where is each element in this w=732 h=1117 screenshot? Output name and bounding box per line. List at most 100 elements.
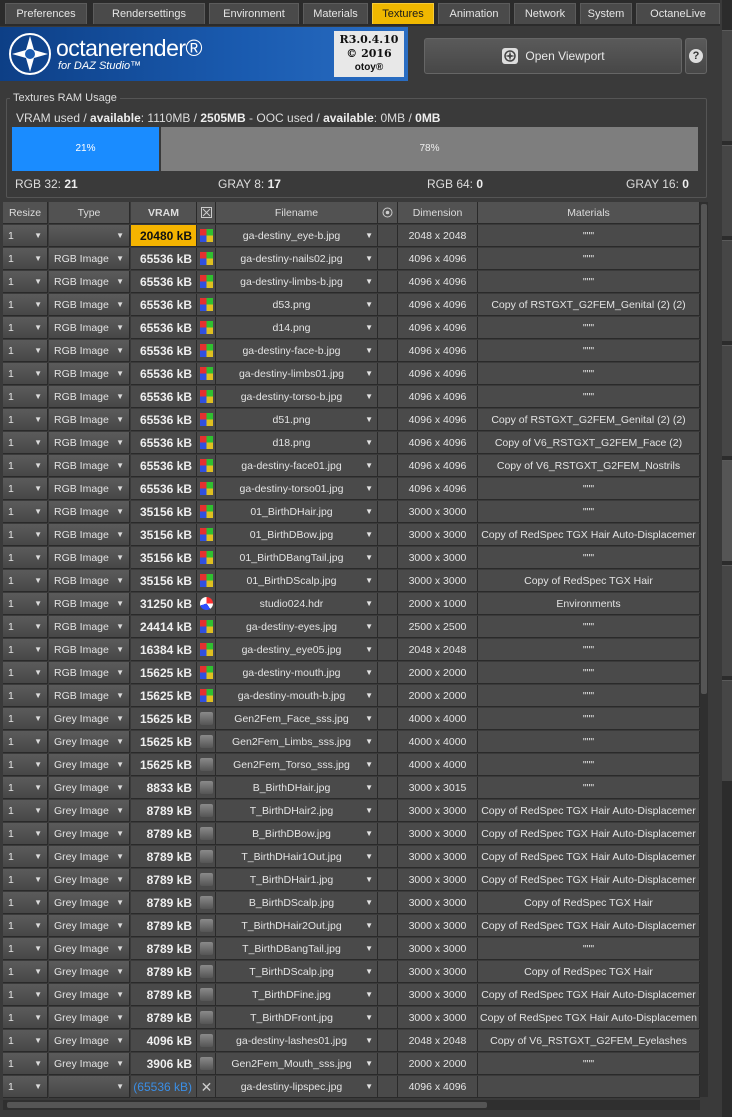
resize-dropdown[interactable]: 1 ▼ <box>3 685 48 707</box>
table-row[interactable]: 1 ▼ ▼ 20480 kB ga-destiny_eye-b.jpg ▼ 2048 x 2… <box>3 225 700 248</box>
pin-cell[interactable] <box>378 961 398 983</box>
filename-dropdown[interactable]: ga-destiny-lashes01.jpg ▼ <box>216 1030 378 1052</box>
table-row[interactable]: 1 ▼ RGB Image ▼ 65536 kB ga-destiny-face-b.jp… <box>3 340 700 363</box>
table-row[interactable]: 1 ▼ Grey Image ▼ 8789 kB B_BirthDBow.jpg ▼ 3000… <box>3 823 700 846</box>
table-row[interactable]: 1 ▼ RGB Image ▼ 24414 kB ga-destiny-eyes.jpg ▼… <box>3 616 700 639</box>
type-dropdown[interactable]: Grey Image ▼ <box>49 961 130 983</box>
side-panel-tab[interactable] <box>722 565 732 676</box>
resize-dropdown[interactable]: 1 ▼ <box>3 432 48 454</box>
resize-dropdown[interactable]: 1 ▼ <box>3 869 48 891</box>
table-row[interactable]: 1 ▼ Grey Image ▼ 8789 kB T_BirthDFront.jpg ▼ 30… <box>3 1007 700 1030</box>
resize-dropdown[interactable]: 1 ▼ <box>3 938 48 960</box>
type-dropdown[interactable]: RGB Image ▼ <box>49 478 130 500</box>
tab-system[interactable]: System <box>580 3 632 24</box>
resize-dropdown[interactable]: 1 ▼ <box>3 731 48 753</box>
pin-cell[interactable] <box>378 823 398 845</box>
filename-dropdown[interactable]: ga-destiny-mouth-b.jpg ▼ <box>216 685 378 707</box>
pin-cell[interactable] <box>378 386 398 408</box>
tab-animation[interactable]: Animation <box>438 3 510 24</box>
type-dropdown[interactable]: ▼ <box>49 1076 130 1098</box>
open-viewport-button[interactable]: Open Viewport <box>424 38 682 74</box>
table-row[interactable]: 1 ▼ RGB Image ▼ 35156 kB 01_BirthDBangTail.jp… <box>3 547 700 570</box>
type-dropdown[interactable]: Grey Image ▼ <box>49 915 130 937</box>
resize-dropdown[interactable]: 1 ▼ <box>3 547 48 569</box>
filename-dropdown[interactable]: Gen2Fem_Torso_sss.jpg ▼ <box>216 754 378 776</box>
filename-dropdown[interactable]: B_BirthDBow.jpg ▼ <box>216 823 378 845</box>
pin-cell[interactable] <box>378 800 398 822</box>
pin-cell[interactable] <box>378 708 398 730</box>
pin-cell[interactable] <box>378 639 398 661</box>
pin-cell[interactable] <box>378 869 398 891</box>
table-row[interactable]: 1 ▼ Grey Image ▼ 8789 kB T_BirthDBangTail.jpg… <box>3 938 700 961</box>
table-row[interactable]: 1 ▼ RGB Image ▼ 35156 kB 01_BirthDScalp.jpg ▼ 3… <box>3 570 700 593</box>
type-dropdown[interactable]: RGB Image ▼ <box>49 455 130 477</box>
resize-dropdown[interactable]: 1 ▼ <box>3 777 48 799</box>
filename-dropdown[interactable]: ga-destiny-face01.jpg ▼ <box>216 455 378 477</box>
pin-cell[interactable] <box>378 984 398 1006</box>
type-dropdown[interactable]: RGB Image ▼ <box>49 524 130 546</box>
filename-dropdown[interactable]: B_BirthDHair.jpg ▼ <box>216 777 378 799</box>
filename-dropdown[interactable]: 01_BirthDScalp.jpg ▼ <box>216 570 378 592</box>
resize-dropdown[interactable]: 1 ▼ <box>3 1030 48 1052</box>
type-dropdown[interactable]: RGB Image ▼ <box>49 616 130 638</box>
side-panel-tab[interactable] <box>722 345 732 456</box>
filename-dropdown[interactable]: ga-destiny-torso01.jpg ▼ <box>216 478 378 500</box>
filename-dropdown[interactable]: ga-destiny-face-b.jpg ▼ <box>216 340 378 362</box>
filename-dropdown[interactable]: ga-destiny-torso-b.jpg ▼ <box>216 386 378 408</box>
pin-cell[interactable] <box>378 432 398 454</box>
table-vertical-scrollbar[interactable] <box>700 202 708 1097</box>
filename-dropdown[interactable]: T_BirthDScalp.jpg ▼ <box>216 961 378 983</box>
pin-cell[interactable] <box>378 478 398 500</box>
filename-dropdown[interactable]: ga-destiny-lipspec.jpg ▼ <box>216 1076 378 1098</box>
resize-dropdown[interactable]: 1 ▼ <box>3 1053 48 1075</box>
pin-cell[interactable] <box>378 1030 398 1052</box>
filename-dropdown[interactable]: T_BirthDHair1Out.jpg ▼ <box>216 846 378 868</box>
tab-preferences[interactable]: Preferences <box>5 3 87 24</box>
type-dropdown[interactable]: RGB Image ▼ <box>49 639 130 661</box>
table-row[interactable]: 1 ▼ RGB Image ▼ 65536 kB d14.png ▼ 4096 x 4096 "… <box>3 317 700 340</box>
pin-cell[interactable] <box>378 892 398 914</box>
side-panel-tab[interactable] <box>722 30 732 141</box>
pin-cell[interactable] <box>378 317 398 339</box>
table-row[interactable]: 1 ▼ ▼ (65536 kB) ✕ ga-destiny-lipspec.jpg ▼ 409… <box>3 1076 700 1099</box>
table-row[interactable]: 1 ▼ RGB Image ▼ 31250 kB studio024.hdr ▼ 2000 x… <box>3 593 700 616</box>
filename-dropdown[interactable]: ga-destiny-limbs-b.jpg ▼ <box>216 271 378 293</box>
filename-dropdown[interactable]: Gen2Fem_Face_sss.jpg ▼ <box>216 708 378 730</box>
table-row[interactable]: 1 ▼ Grey Image ▼ 8789 kB T_BirthDHair2.jpg ▼ 30… <box>3 800 700 823</box>
resize-dropdown[interactable]: 1 ▼ <box>3 915 48 937</box>
pin-cell[interactable] <box>378 593 398 615</box>
header-materials[interactable]: Materials <box>478 202 700 224</box>
pin-cell[interactable] <box>378 662 398 684</box>
header-pin-icon[interactable] <box>378 202 398 224</box>
type-dropdown[interactable]: Grey Image ▼ <box>49 708 130 730</box>
type-dropdown[interactable]: RGB Image ▼ <box>49 340 130 362</box>
table-row[interactable]: 1 ▼ Grey Image ▼ 15625 kB Gen2Fem_Face_sss.jp… <box>3 708 700 731</box>
header-filename[interactable]: Filename <box>216 202 378 224</box>
resize-dropdown[interactable]: 1 ▼ <box>3 225 48 247</box>
pin-cell[interactable] <box>378 294 398 316</box>
type-dropdown[interactable]: RGB Image ▼ <box>49 294 130 316</box>
table-row[interactable]: 1 ▼ RGB Image ▼ 65536 kB ga-destiny-limbs01.j… <box>3 363 700 386</box>
tab-environment[interactable]: Environment <box>209 3 299 24</box>
pin-cell[interactable] <box>378 570 398 592</box>
vertical-scroll-thumb[interactable] <box>701 204 707 694</box>
tab-rendersettings[interactable]: Rendersettings <box>93 3 205 24</box>
filename-dropdown[interactable]: ga-destiny-limbs01.jpg ▼ <box>216 363 378 385</box>
type-dropdown[interactable]: RGB Image ▼ <box>49 363 130 385</box>
resize-dropdown[interactable]: 1 ▼ <box>3 961 48 983</box>
resize-dropdown[interactable]: 1 ▼ <box>3 593 48 615</box>
tab-textures[interactable]: Textures <box>372 3 434 24</box>
table-row[interactable]: 1 ▼ RGB Image ▼ 15625 kB ga-destiny-mouth.jpg… <box>3 662 700 685</box>
type-dropdown[interactable]: RGB Image ▼ <box>49 593 130 615</box>
help-button[interactable]: ? <box>685 38 707 74</box>
filename-dropdown[interactable]: T_BirthDBangTail.jpg ▼ <box>216 938 378 960</box>
pin-cell[interactable] <box>378 616 398 638</box>
filename-dropdown[interactable]: T_BirthDHair2Out.jpg ▼ <box>216 915 378 937</box>
table-row[interactable]: 1 ▼ Grey Image ▼ 15625 kB Gen2Fem_Torso_sss.j… <box>3 754 700 777</box>
filename-dropdown[interactable]: ga-destiny-nails02.jpg ▼ <box>216 248 378 270</box>
pin-cell[interactable] <box>378 938 398 960</box>
table-row[interactable]: 1 ▼ RGB Image ▼ 65536 kB d53.png ▼ 4096 x 4096 C… <box>3 294 700 317</box>
resize-dropdown[interactable]: 1 ▼ <box>3 846 48 868</box>
type-dropdown[interactable]: Grey Image ▼ <box>49 800 130 822</box>
table-row[interactable]: 1 ▼ Grey Image ▼ 3906 kB Gen2Fem_Mouth_sss.jp… <box>3 1053 700 1076</box>
